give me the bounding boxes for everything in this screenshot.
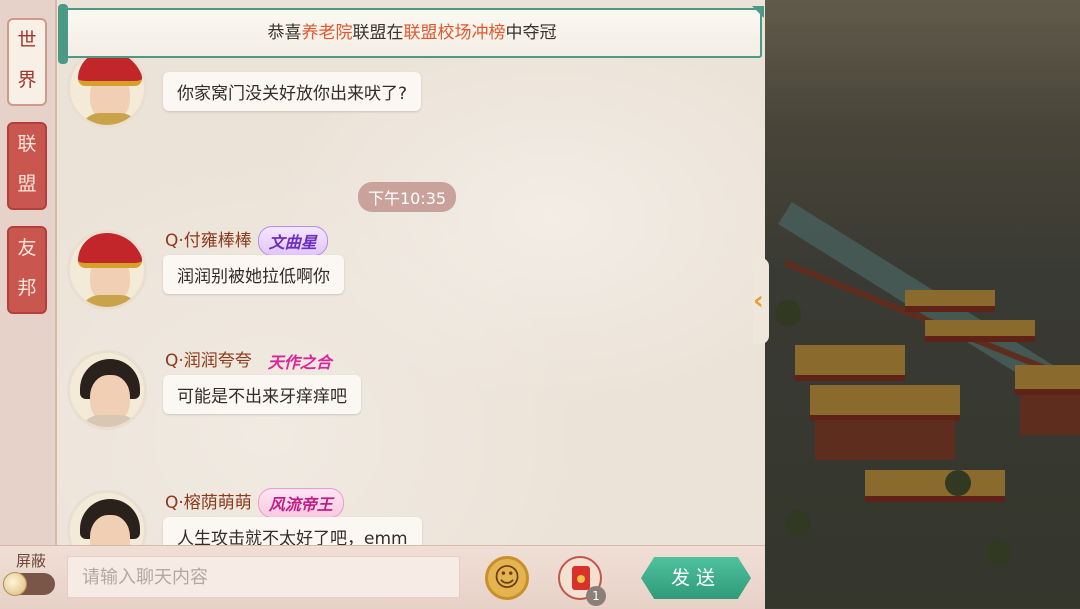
tab-alliance[interactable]: 联盟 — [7, 122, 47, 210]
sender-name[interactable]: Q·榕荫萌萌 风流帝王 — [165, 488, 344, 518]
avatar[interactable] — [67, 48, 147, 128]
announcement-banner: 恭喜养老院联盟在联盟校场冲榜中夺冠 — [58, 4, 764, 64]
corner-fold-icon — [752, 6, 764, 18]
sender-name[interactable]: Q·润润夸夸 天作之合 — [165, 346, 342, 375]
chat-panel: 你家窝门没关好放你出来吠了? 下午10:35 Q·付雍棒棒 文曲星 润润别被她拉低… — [0, 0, 765, 609]
title-badge: 文曲星 — [257, 226, 328, 256]
scroll-rod-icon — [58, 4, 68, 64]
send-button[interactable]: 发送 — [641, 557, 751, 599]
title-badge: 风流帝王 — [257, 488, 344, 518]
alliance-name: 养老院 — [301, 23, 353, 43]
message-text: 人生攻击就不太好了吧，emm — [163, 517, 422, 545]
tab-allies[interactable]: 友邦 — [7, 226, 47, 314]
channel-tab-bar: 世界 联盟 友邦 — [0, 0, 57, 545]
avatar[interactable] — [67, 230, 147, 310]
chat-input[interactable] — [67, 556, 460, 598]
event-name: 联盟校场冲榜 — [403, 23, 506, 43]
message-text: 你家窝门没关好放你出来吠了? — [163, 72, 422, 111]
mute-toggle[interactable] — [3, 572, 55, 596]
chat-input-bar: 屏蔽 ☺ 1 发送 — [0, 545, 765, 609]
tab-world[interactable]: 世界 — [7, 18, 47, 106]
timestamp: 下午10:35 — [358, 182, 457, 212]
mute-label: 屏蔽 — [16, 552, 47, 570]
message-text: 可能是不出来牙痒痒吧 — [163, 375, 361, 414]
chat-message-list[interactable]: 你家窝门没关好放你出来吠了? 下午10:35 Q·付雍棒棒 文曲星 润润别被她拉低… — [55, 0, 765, 545]
toggle-knob-icon — [3, 572, 27, 596]
chevron-left-icon: ‹ — [753, 286, 764, 316]
message-text: 润润别被她拉低啊你 — [163, 255, 344, 294]
avatar[interactable] — [67, 350, 147, 430]
sender-name[interactable]: Q·付雍棒棒 文曲星 — [165, 226, 328, 256]
red-packet-count-badge: 1 — [586, 586, 606, 606]
smiley-icon: ☺ — [493, 563, 521, 593]
emoji-button[interactable]: ☺ — [485, 556, 529, 600]
red-envelope-icon — [572, 566, 590, 590]
background-palace-scene — [765, 0, 1080, 608]
title-badge: 天作之合 — [267, 353, 332, 372]
collapse-panel-handle[interactable]: ‹ — [753, 258, 769, 344]
avatar[interactable] — [67, 490, 147, 545]
